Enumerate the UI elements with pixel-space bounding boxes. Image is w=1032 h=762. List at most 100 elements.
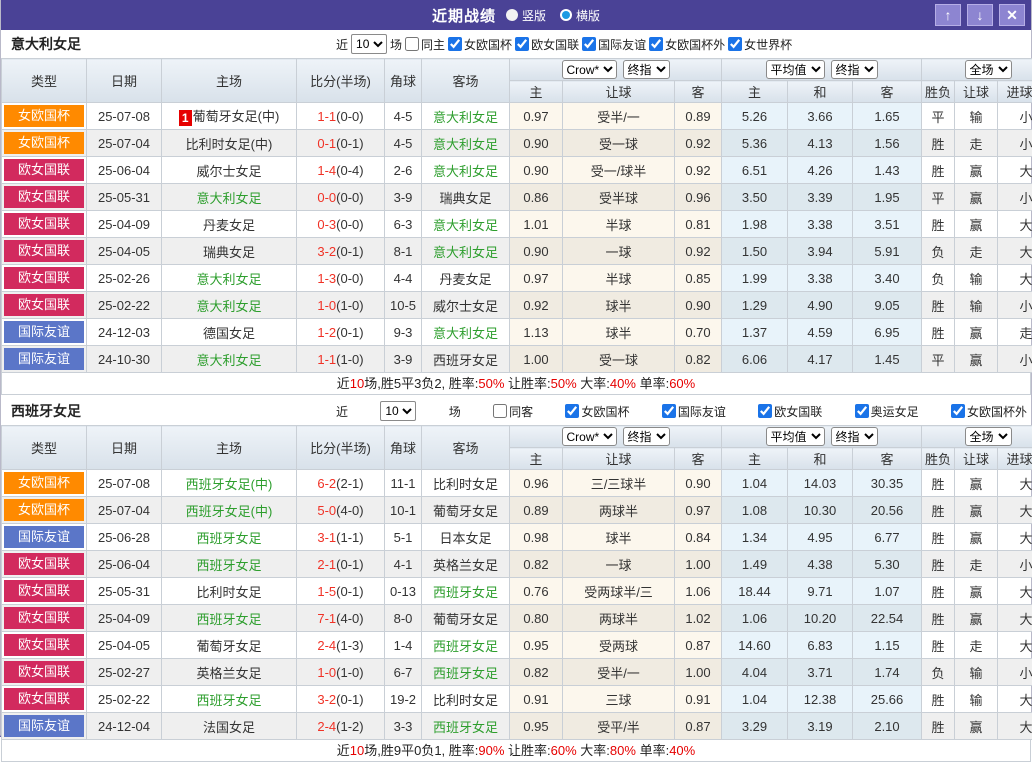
checkbox-icon[interactable] [405, 37, 419, 51]
table-row: 女欧国杯25-07-04比利时女足(中)0-1(0-1)4-5意大利女足0.90… [2, 130, 1032, 157]
checkbox-icon[interactable] [448, 37, 462, 51]
result-handicap: 输 [955, 103, 998, 130]
radio-icon [506, 9, 518, 21]
checkbox-icon[interactable] [728, 37, 742, 51]
match-type-cell: 国际友谊 [2, 319, 87, 346]
result-handicap: 赢 [955, 346, 998, 373]
corner-score: 4-4 [385, 265, 422, 292]
final-odds-select[interactable]: 终指 [623, 427, 670, 446]
avg-away: 9.05 [853, 292, 922, 319]
match-type-cell: 国际友谊 [2, 346, 87, 373]
move-up-button[interactable]: ↑ [935, 4, 961, 26]
checkbox-icon[interactable] [662, 404, 676, 418]
recent-count-select[interactable]: 10 [380, 401, 416, 421]
bookmaker-select[interactable]: Crow* [562, 427, 617, 446]
checkbox-icon[interactable] [758, 404, 772, 418]
odds-away: 0.87 [675, 632, 722, 659]
odds-handicap: 受半/一 [563, 659, 675, 686]
league-filter-checkbox[interactable]: 国际友谊 [582, 36, 646, 53]
col-header-score: 比分(半场) [297, 59, 385, 103]
home-team: 西班牙女足 [162, 551, 297, 578]
away-team: 意大利女足 [422, 211, 510, 238]
result-wdl: 胜 [922, 130, 955, 157]
league-filter-label: 女欧国杯 [464, 36, 512, 53]
result-goals: 小 [998, 130, 1032, 157]
full-match-select[interactable]: 全场 [965, 427, 1012, 446]
home-team: 比利时女足(中) [162, 130, 297, 157]
col-header-away: 客场 [422, 59, 510, 103]
result-handicap: 输 [955, 292, 998, 319]
average-select[interactable]: 平均值 [766, 60, 825, 79]
league-filter-label: 女欧国杯 [581, 403, 629, 420]
league-filter-checkbox[interactable]: 女欧国杯外 [951, 403, 1027, 420]
summary-line: 近10场,胜9平0负1, 胜率:90% 让胜率:60% 大率:80% 单率:40… [1, 740, 1031, 762]
same-venue-checkbox[interactable]: 同客 [493, 403, 533, 420]
result-goals: 小 [998, 292, 1032, 319]
score-cell: 5-0(4-0) [297, 497, 385, 524]
col-header-score: 比分(半场) [297, 426, 385, 470]
match-type-badge: 女欧国杯 [4, 499, 84, 521]
league-filter-checkbox[interactable]: 奥运女足 [855, 403, 919, 420]
radio-horizontal-layout[interactable]: 横版 [560, 7, 600, 24]
average-select[interactable]: 平均值 [766, 427, 825, 446]
league-filter-checkbox[interactable]: 国际友谊 [662, 403, 726, 420]
match-type-cell: 女欧国杯 [2, 103, 87, 130]
avg-home: 1.98 [722, 211, 788, 238]
league-filter-checkbox[interactable]: 女欧国杯外 [649, 36, 725, 53]
recent-count-select[interactable]: 10 [351, 34, 387, 54]
home-team: 英格兰女足 [162, 659, 297, 686]
checkbox-icon[interactable] [855, 404, 869, 418]
match-type-badge: 欧女国联 [4, 267, 84, 289]
avg-draw: 6.83 [788, 632, 853, 659]
league-filter-checkbox[interactable]: 女欧国杯 [565, 403, 629, 420]
away-team: 葡萄牙女足 [422, 605, 510, 632]
avg-draw: 4.17 [788, 346, 853, 373]
col-header-odds-handicap: 让球 [563, 81, 675, 103]
final-odds-select[interactable]: 终指 [831, 60, 878, 79]
odds-home: 0.86 [510, 184, 563, 211]
league-filter-label: 女欧国杯外 [967, 403, 1027, 420]
league-filter-checkbox[interactable]: 女欧国杯 [448, 36, 512, 53]
odds-home: 0.90 [510, 157, 563, 184]
checkbox-icon[interactable] [515, 37, 529, 51]
checkbox-icon[interactable] [649, 37, 663, 51]
odds-home: 0.82 [510, 659, 563, 686]
checkbox-icon[interactable] [582, 37, 596, 51]
col-header-result-goals: 进球数 [998, 81, 1032, 103]
match-type-badge: 欧女国联 [4, 294, 84, 316]
checkbox-icon[interactable] [951, 404, 965, 418]
odds-handicap: 球半 [563, 524, 675, 551]
col-header-odds-home: 主 [510, 448, 563, 470]
avg-draw: 9.71 [788, 578, 853, 605]
move-down-button[interactable]: ↓ [967, 4, 993, 26]
result-wdl: 负 [922, 659, 955, 686]
result-handicap: 赢 [955, 184, 998, 211]
checkbox-icon[interactable] [493, 404, 507, 418]
league-filter-label: 国际友谊 [678, 403, 726, 420]
team-section: 西班牙女足 近10场同客女欧国杯国际友谊欧女国联奥运女足女欧国杯外 类型 日期 … [1, 397, 1031, 762]
corner-score: 4-5 [385, 130, 422, 157]
same-venue-checkbox[interactable]: 同主 [405, 36, 445, 53]
results-table: 类型 日期 主场 比分(半场) 角球 客场 Crow*终指 平均值终指 全场 [1, 425, 1032, 740]
avg-home: 1.08 [722, 497, 788, 524]
score-cell: 0-3(0-0) [297, 211, 385, 238]
match-type-badge: 国际友谊 [4, 348, 84, 370]
result-wdl: 胜 [922, 551, 955, 578]
home-team: 西班牙女足 [162, 524, 297, 551]
home-team: 西班牙女足 [162, 605, 297, 632]
result-handicap: 赢 [955, 524, 998, 551]
league-filter-checkbox[interactable]: 女世界杯 [728, 36, 792, 53]
league-filter-checkbox[interactable]: 欧女国联 [758, 403, 822, 420]
final-odds-select[interactable]: 终指 [623, 60, 670, 79]
radio-vertical-layout[interactable]: 竖版 [506, 7, 546, 24]
odds-home: 0.91 [510, 686, 563, 713]
league-filter-checkbox[interactable]: 欧女国联 [515, 36, 579, 53]
odds-home: 0.89 [510, 497, 563, 524]
full-match-select[interactable]: 全场 [965, 60, 1012, 79]
final-odds-select[interactable]: 终指 [831, 427, 878, 446]
bookmaker-select[interactable]: Crow* [562, 60, 617, 79]
checkbox-icon[interactable] [565, 404, 579, 418]
section-header: 意大利女足 近10场同主女欧国杯欧女国联国际友谊女欧国杯外女世界杯 [1, 30, 1031, 58]
result-goals: 小 [998, 551, 1032, 578]
close-button[interactable]: ✕ [999, 4, 1025, 26]
